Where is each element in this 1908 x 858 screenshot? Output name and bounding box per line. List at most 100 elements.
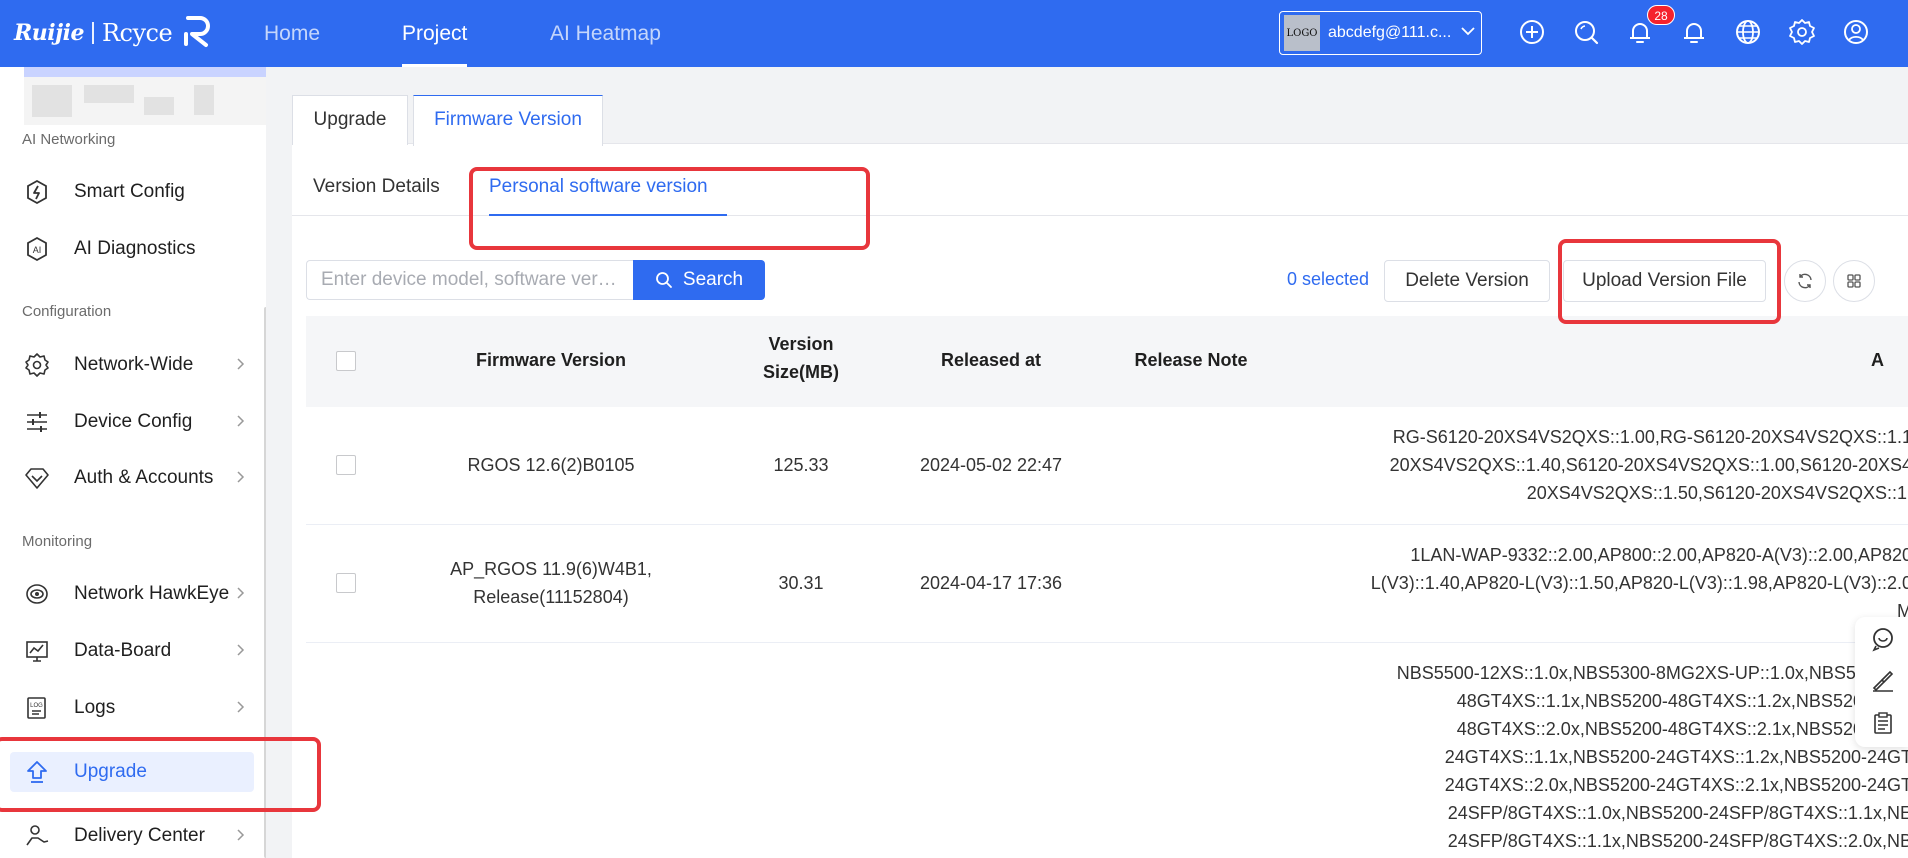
models-line: 24SFP/8GT4XS::1.0x,NBS5200-24SFP/8GT4XS:… bbox=[1447, 803, 1908, 823]
feedback-icon[interactable] bbox=[1870, 668, 1896, 694]
chevron-right-icon bbox=[232, 585, 248, 607]
chevron-right-icon bbox=[232, 356, 248, 378]
cell-applicable-models: 1LAN-WAP-9332::2.00,AP800::2.00,AP820-A(… bbox=[1371, 541, 1908, 625]
section-monitoring: Monitoring bbox=[22, 533, 93, 550]
sidebar-item-label: Network HawkEye bbox=[74, 583, 230, 604]
search-button[interactable]: Search bbox=[633, 260, 765, 300]
shield-icon bbox=[22, 463, 52, 493]
sidebar-item-smart-config[interactable]: Smart Config bbox=[10, 172, 254, 212]
chevron-right-icon bbox=[232, 642, 248, 664]
brand-r-icon bbox=[182, 14, 212, 53]
cell-version-size: 125.33 bbox=[773, 455, 829, 475]
models-line: 24SFP/8GT4XS::1.1x,NBS5200-24SFP/8GT4XS:… bbox=[1447, 831, 1908, 851]
models-line: L(V3)::1.40,AP820-L(V3)::1.50,AP820-L(V3… bbox=[1370, 573, 1908, 593]
select-all-checkbox[interactable] bbox=[336, 351, 356, 371]
nav-ai-heatmap[interactable]: AI Heatmap bbox=[550, 0, 661, 67]
models-line: M bbox=[1897, 601, 1908, 621]
table-row: NBS5500-12XS::1.0x,NBS5300-8MG2XS-UP::1.… bbox=[306, 643, 1908, 858]
svg-text:AI: AI bbox=[33, 245, 42, 255]
cell-applicable-models: NBS5500-12XS::1.0x,NBS5300-8MG2XS-UP::1.… bbox=[1397, 659, 1908, 855]
annotation-box-subtab bbox=[469, 167, 870, 250]
top-navigation-bar: Ruijie Rcyce Home Project AI Heatmap LOG… bbox=[0, 0, 1908, 67]
sidebar-item-label: Auth & Accounts bbox=[74, 467, 214, 488]
chat-icon[interactable] bbox=[1870, 626, 1896, 652]
header-release-note: Release Note bbox=[1134, 350, 1248, 370]
column-settings-button[interactable] bbox=[1833, 260, 1875, 302]
nav-project[interactable]: Project bbox=[402, 0, 468, 67]
models-line: 48GT4XS::2.0x,NBS5200-48GT4XS::2.1x,NBS5… bbox=[1456, 719, 1908, 739]
table-row: RGOS 12.6(2)B0105 125.33 2024-05-02 22:4… bbox=[306, 407, 1908, 525]
delivery-icon bbox=[22, 821, 52, 851]
smart-config-icon bbox=[22, 177, 52, 207]
notification-count-badge: 28 bbox=[1647, 5, 1675, 25]
section-ai-networking: AI Networking bbox=[22, 131, 116, 148]
brand-sub-text: Rcyce bbox=[101, 19, 173, 47]
chevron-right-icon bbox=[232, 469, 248, 491]
account-logo: LOGO bbox=[1284, 15, 1320, 51]
refresh-button[interactable] bbox=[1784, 260, 1826, 302]
models-line: 1LAN-WAP-9332::2.00,AP800::2.00,AP820-A(… bbox=[1410, 545, 1908, 565]
search-icon bbox=[655, 272, 672, 288]
delete-version-button[interactable]: Delete Version bbox=[1384, 260, 1550, 302]
row-checkbox[interactable] bbox=[336, 573, 356, 593]
tab-firmware-version[interactable]: Firmware Version bbox=[413, 95, 603, 146]
top-tabs: Upgrade Firmware Version bbox=[292, 86, 1908, 146]
search-input[interactable]: Enter device model, software ver… bbox=[306, 260, 633, 300]
sidebar-item-auth-accounts[interactable]: Auth & Accounts bbox=[10, 458, 254, 498]
models-line: 20XS4VS2QXS::1.40,S6120-20XS4VS2QXS::1.0… bbox=[1389, 455, 1908, 475]
add-circle-icon[interactable] bbox=[1517, 17, 1547, 47]
sidebar-item-label: Network-Wide bbox=[74, 354, 194, 375]
sidebar-item-data-board[interactable]: Data-Board bbox=[10, 631, 254, 671]
search-button-label: Search bbox=[682, 269, 744, 290]
svg-text:LOG: LOG bbox=[30, 703, 43, 709]
tab-upgrade[interactable]: Upgrade bbox=[292, 95, 408, 145]
table-header: Firmware Version Version Size(MB) Releas… bbox=[306, 316, 1908, 407]
nav-home[interactable]: Home bbox=[264, 0, 320, 67]
dashboard-icon bbox=[22, 636, 52, 666]
chevron-right-icon bbox=[232, 827, 248, 849]
cell-released-at: 2024-04-17 17:36 bbox=[919, 573, 1063, 593]
sidebar-item-network-hawkeye[interactable]: Network HawkEye bbox=[10, 574, 254, 614]
chevron-right-icon bbox=[232, 699, 248, 721]
table-row: AP_RGOS 11.9(6)W4B1, Release(11152804) 3… bbox=[306, 525, 1908, 643]
row-checkbox[interactable] bbox=[336, 455, 356, 475]
gear-icon bbox=[22, 350, 52, 380]
clipboard-icon[interactable] bbox=[1870, 710, 1896, 736]
models-line: 20XS4VS2QXS::1.50,S6120-20XS4VS2QXS::1. bbox=[1526, 483, 1908, 503]
cell-firmware-version: RGOS 12.6(2)B0105 bbox=[467, 455, 635, 475]
header-firmware-version: Firmware Version bbox=[475, 350, 627, 370]
sidebar-item-label: Logs bbox=[74, 697, 116, 718]
sidebar-item-ai-diagnostics[interactable]: AI AI Diagnostics bbox=[10, 229, 254, 269]
sidebar-item-label: AI Diagnostics bbox=[74, 238, 196, 259]
models-line: RG-S6120-20XS4VS2QXS::1.00,RG-S6120-20XS… bbox=[1392, 427, 1908, 447]
sliders-icon bbox=[22, 407, 52, 437]
search-icon[interactable] bbox=[1571, 17, 1601, 47]
globe-icon[interactable] bbox=[1733, 17, 1763, 47]
sidebar-item-delivery-center[interactable]: Delivery Center bbox=[10, 816, 254, 856]
cell-applicable-models: RG-S6120-20XS4VS2QXS::1.00,RG-S6120-20XS… bbox=[1390, 423, 1908, 507]
project-banner-image bbox=[24, 67, 266, 125]
gear-icon[interactable] bbox=[1787, 17, 1817, 47]
sidebar-item-logs[interactable]: LOG Logs bbox=[10, 688, 254, 728]
grid-icon bbox=[1847, 274, 1861, 288]
account-selector[interactable]: LOGO abcdefg@111.c... bbox=[1279, 11, 1482, 55]
sidebar-item-device-config[interactable]: Device Config bbox=[10, 402, 254, 442]
header-applicable-models: A bbox=[1871, 350, 1884, 370]
sidebar-item-label: Smart Config bbox=[74, 181, 185, 202]
sidebar-item-network-wide[interactable]: Network-Wide bbox=[10, 345, 254, 385]
models-line: 24GT4XS::1.1x,NBS5200-24GT4XS::1.2x,NBS5… bbox=[1444, 747, 1908, 767]
sidebar-item-label: Delivery Center bbox=[74, 825, 205, 846]
models-line: 48GT4XS::1.1x,NBS5200-48GT4XS::1.2x,NBS5… bbox=[1456, 691, 1908, 711]
selected-count: 0 selected bbox=[1287, 269, 1370, 289]
models-line: NBS5500-12XS::1.0x,NBS5300-8MG2XS-UP::1.… bbox=[1396, 663, 1908, 683]
brand-logo[interactable]: Ruijie Rcyce bbox=[14, 14, 212, 52]
cell-firmware-version: AP_RGOS 11.9(6)W4B1, Release(11152804) bbox=[450, 559, 652, 607]
subtab-version-details[interactable]: Version Details bbox=[313, 176, 440, 198]
brand-separator bbox=[91, 22, 94, 44]
floating-toolbar bbox=[1855, 617, 1908, 747]
annotation-box-upload bbox=[1558, 239, 1781, 324]
cell-released-at: 2024-05-02 22:47 bbox=[919, 455, 1063, 475]
header-version-size: Version Size(MB) bbox=[763, 334, 839, 382]
user-icon[interactable] bbox=[1841, 17, 1871, 47]
alert-bell-icon[interactable] bbox=[1679, 17, 1709, 47]
